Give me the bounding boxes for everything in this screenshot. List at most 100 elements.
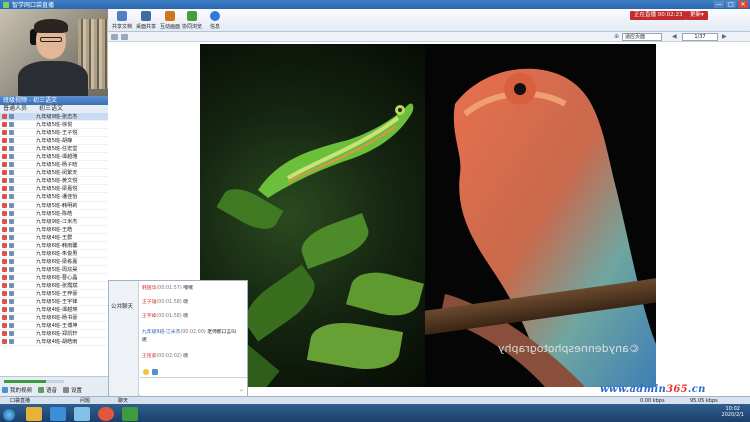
status-bar: 口袋直播 问题 聊天 0.00 kbps 95.05 kbps <box>0 396 750 404</box>
list-item[interactable]: 九年级5班-潘佳怡 <box>0 193 108 202</box>
user-icon <box>9 266 14 272</box>
more-button[interactable]: 更新▾ <box>686 11 708 20</box>
list-item[interactable]: 九年级9班-张志杰 <box>0 113 108 122</box>
list-item[interactable]: 九年级6班-曹心晶 <box>0 274 108 282</box>
member-list[interactable]: 九年级9班-张志杰 九年级5班-徐悦 九年级5班-王子悦 九年级5班-胡静 九年级5班-… <box>0 113 108 383</box>
member-name: 九年级5班-谭越雅 <box>36 154 78 161</box>
list-item[interactable]: 九年级4班-胡皓雨 <box>0 338 108 347</box>
microphone-icon <box>2 122 7 128</box>
taskbar-app-icon[interactable] <box>50 407 66 421</box>
list-item[interactable]: 九年级5班-徐悦 <box>0 121 108 130</box>
list-item[interactable]: 九年级5班-韩明莉 <box>0 202 108 210</box>
list-item[interactable]: 九年级5班-谭越雅 <box>0 153 108 162</box>
chat-tabs: 公共聊天 <box>109 281 139 397</box>
thumbnail-icon[interactable] <box>111 34 118 40</box>
taskbar-excel-icon[interactable] <box>122 407 138 421</box>
chat-sender: 王铭豪 <box>142 354 157 359</box>
list-item[interactable]: 九年级4班-王群 <box>0 234 108 242</box>
interactive-screen-button[interactable]: 互动画面 <box>158 10 182 31</box>
list-item[interactable]: 九年级5班-陈皓 <box>0 210 108 218</box>
co-browse-button[interactable]: 协同浏览 <box>180 10 204 31</box>
start-button[interactable] <box>3 409 15 421</box>
list-item[interactable]: 九年级6班-韩雨馨 <box>0 242 108 250</box>
settings-button[interactable]: 设置 <box>63 386 82 394</box>
list-item[interactable]: 九年级5班-王宇锋 <box>0 298 108 307</box>
desktop-share-label: 桌面共享 <box>135 24 156 30</box>
list-item[interactable]: 九年级5班-梁嘉悦 <box>0 185 108 194</box>
desktop-icon <box>141 11 151 21</box>
info-button[interactable]: 信息 <box>203 10 227 31</box>
list-item[interactable]: 九年级5班-闵繁天 <box>0 169 108 178</box>
camera-icon <box>2 387 8 393</box>
list-item[interactable]: 九年级4班-王博坤 <box>0 322 108 331</box>
list-item[interactable]: 九年级5班-王子悦 <box>0 129 108 138</box>
list-item[interactable]: 九年级5班-任宏堂 <box>0 145 108 154</box>
prev-page-button[interactable]: ◀ <box>672 33 677 40</box>
list-item[interactable]: 九年级5班-王梓豪 <box>0 290 108 299</box>
taskbar-browser-icon[interactable] <box>98 407 114 421</box>
close-button[interactable]: ✕ <box>738 1 748 8</box>
send-icon[interactable]: ↵ <box>240 388 244 394</box>
title-bar: 智学网口袋直播 — □ ✕ <box>0 0 750 9</box>
member-name: 九年级5班-胡静 <box>36 138 73 145</box>
list-item[interactable]: 九年级6班-郑凯轩 <box>0 330 108 339</box>
user-icon <box>9 114 14 120</box>
list-item[interactable]: 九年级6班-张霞斌 <box>0 282 108 291</box>
left-footer: 我的视频 语音 设置 <box>0 376 108 396</box>
minimize-button[interactable]: — <box>714 1 724 8</box>
chat-message: 九年级9班-江米杰(00:02:00) 老师那口言叫 <box>142 328 236 335</box>
maximize-button[interactable]: □ <box>726 1 736 8</box>
list-item[interactable]: 九年级5班-周炫昊 <box>0 266 108 274</box>
next-page-button[interactable]: ▶ <box>722 33 727 40</box>
user-icon <box>9 146 14 152</box>
taskbar-app-icon[interactable] <box>74 407 90 421</box>
chat-input[interactable]: ↵ <box>140 377 247 396</box>
list-item[interactable]: 九年级9班-江米杰 <box>0 218 108 226</box>
voice-button[interactable]: 语音 <box>38 386 57 394</box>
chat-text: 呃 <box>183 300 189 305</box>
share-document-button[interactable]: 共享文档 <box>110 10 134 31</box>
list-item[interactable]: 九年级5班-胡静 <box>0 137 108 146</box>
list-item[interactable]: 九年级6班-朱俊男 <box>0 250 108 258</box>
microphone-icon <box>2 218 7 224</box>
list-item[interactable]: 九年级5班-黄文悦 <box>0 177 108 186</box>
site-watermark-number: 365 <box>666 384 688 395</box>
list-item[interactable]: 九年级4班-谭越瑛 <box>0 306 108 315</box>
member-name: 九年级5班-徐悦 <box>36 122 73 129</box>
photo-watermark: ©anydennesphotography <box>498 342 640 355</box>
webcam-video <box>0 9 108 96</box>
member-name: 九年级4班-王博坤 <box>36 323 78 330</box>
list-item[interactable]: 九年级6班-王皓 <box>0 226 108 234</box>
chat-sender: 王宇峰 <box>142 314 157 319</box>
list-item[interactable]: 九年级5班-杨子晗 <box>0 161 108 170</box>
member-name: 九年级4班-胡皓雨 <box>36 339 78 346</box>
stop-live-button[interactable]: 正在直播 00:02:23 <box>630 11 687 20</box>
user-icon <box>9 122 14 128</box>
microphone-icon <box>2 210 7 216</box>
fit-icon[interactable] <box>121 34 128 40</box>
microphone-icon <box>2 194 7 200</box>
chat-message: 王子雄(00:01:58) 呃 <box>142 298 188 305</box>
microphone-icon <box>2 315 7 321</box>
list-item[interactable]: 九年级6班-杨书豪 <box>0 314 108 323</box>
emoji-icon[interactable] <box>143 369 149 375</box>
system-clock[interactable]: 10:02 2020/2/1 <box>722 406 744 418</box>
microphone-icon <box>2 323 7 329</box>
taskbar-folder-icon[interactable] <box>26 407 42 421</box>
chat-tools <box>140 369 247 377</box>
font-icon[interactable] <box>152 369 158 375</box>
info-label: 信息 <box>209 24 220 30</box>
clock-date: 2020/2/1 <box>721 412 744 418</box>
zoom-select[interactable]: 适应页面 <box>622 33 662 41</box>
chat-text: 老师那口言叫 <box>207 330 236 335</box>
my-video-button[interactable]: 我的视频 <box>2 386 32 394</box>
member-name: 九年级5班-王子悦 <box>36 130 78 137</box>
list-item[interactable]: 九年级6班-梁栋嘉 <box>0 258 108 266</box>
app-logo-icon <box>3 1 9 8</box>
page-indicator[interactable]: 1/37 <box>682 33 718 41</box>
volume-slider[interactable] <box>4 380 64 383</box>
user-icon <box>9 130 14 136</box>
microphone-icon <box>2 242 7 248</box>
tab-public-chat[interactable]: 公共聊天 <box>111 302 133 310</box>
desktop-share-button[interactable]: 桌面共享 <box>134 10 158 31</box>
